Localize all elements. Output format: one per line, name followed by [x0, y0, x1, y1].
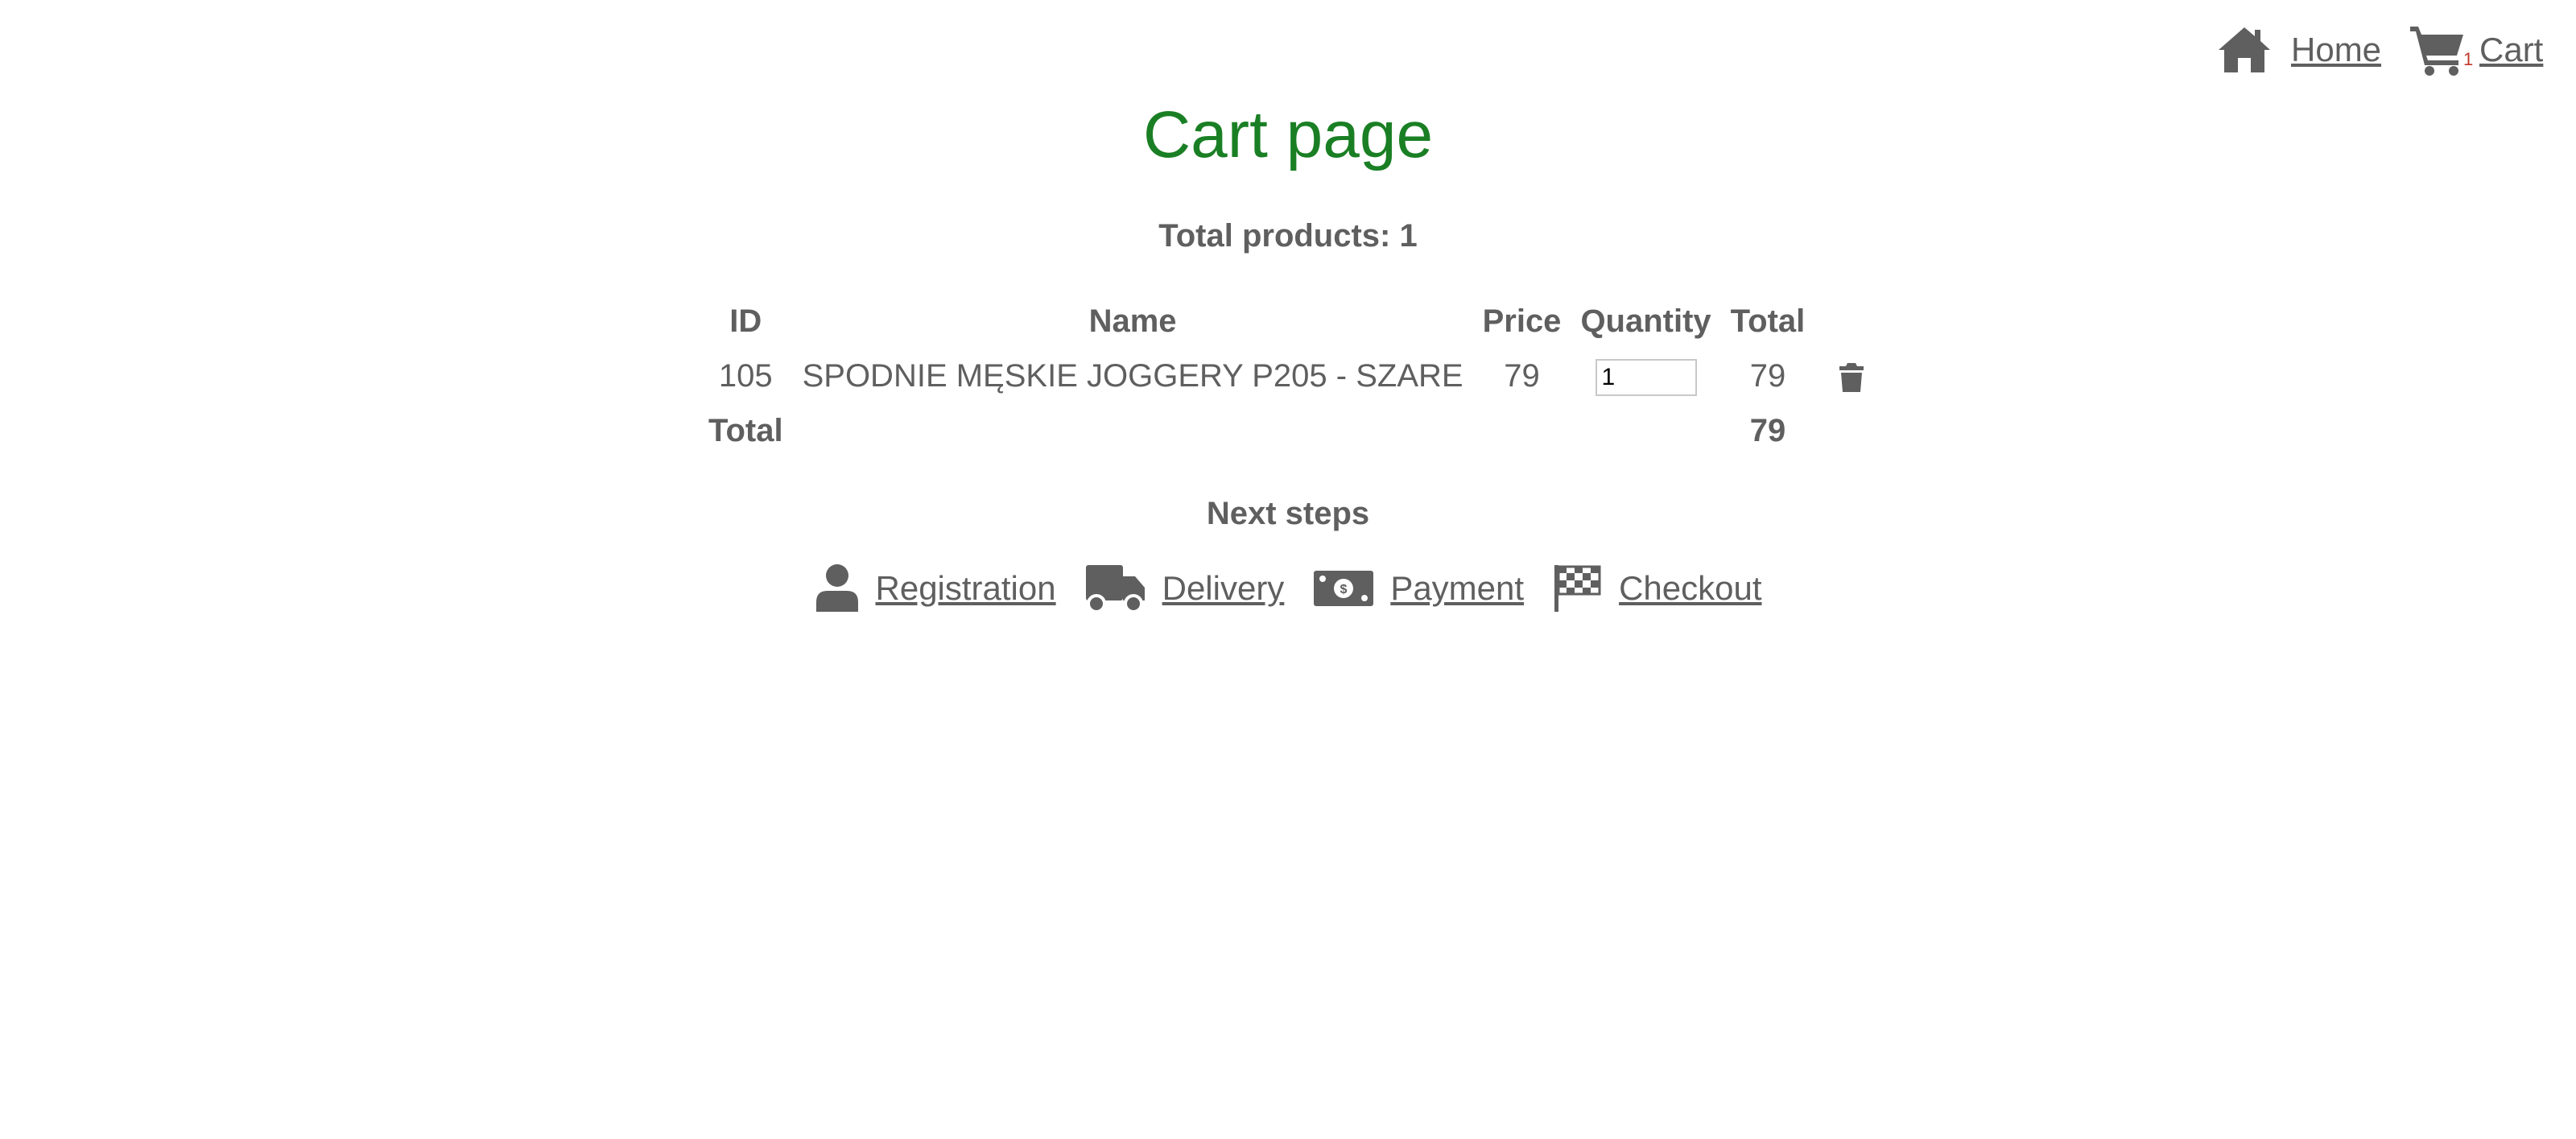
home-link[interactable]: Home	[2291, 31, 2381, 69]
svg-text:$: $	[1340, 583, 1348, 596]
header-total: Total	[1730, 303, 1806, 339]
step-payment[interactable]: $ Payment	[1313, 567, 1524, 609]
step-checkout[interactable]: Checkout	[1553, 563, 1762, 613]
payment-link[interactable]: Payment	[1390, 569, 1524, 608]
grand-total-value: 79	[1749, 412, 1786, 448]
header-actions	[1814, 294, 1874, 349]
step-registration[interactable]: Registration	[815, 563, 1056, 613]
money-bill-icon: $	[1313, 567, 1374, 609]
delivery-link[interactable]: Delivery	[1162, 569, 1285, 608]
quantity-input[interactable]	[1595, 358, 1697, 396]
cell-price: 79	[1504, 357, 1540, 394]
registration-link[interactable]: Registration	[876, 569, 1056, 608]
cell-name: SPODNIE MĘSKIE JOGGERY P205 - SZARE	[802, 357, 1463, 394]
truck-icon	[1085, 563, 1146, 613]
trash-icon[interactable]	[1839, 362, 1864, 393]
checkout-link[interactable]: Checkout	[1619, 569, 1761, 608]
page-title: Cart page	[1142, 98, 1434, 171]
header-name: Name	[1088, 303, 1177, 339]
cart-link[interactable]: Cart	[2479, 31, 2543, 69]
header-id: ID	[729, 303, 762, 339]
cart-count-badge: 1	[2463, 49, 2474, 69]
next-steps-heading: Next steps	[1206, 496, 1370, 531]
cart-table: ID Name Price Quantity Total 105 SPODNIE…	[699, 294, 1874, 458]
nav-home[interactable]: Home	[2217, 18, 2381, 82]
nav-cart[interactable]: 1 Cart	[2409, 18, 2543, 82]
cart-icon[interactable]: 1	[2409, 23, 2473, 76]
table-row: 105 SPODNIE MĘSKIE JOGGERY P205 - SZARE …	[699, 349, 1874, 403]
table-header-row: ID Name Price Quantity Total	[699, 294, 1874, 349]
checkered-flag-icon	[1553, 563, 1603, 613]
cell-quantity	[1571, 349, 1720, 403]
step-delivery[interactable]: Delivery	[1085, 563, 1285, 613]
cell-id: 105	[718, 357, 773, 394]
header-price: Price	[1482, 303, 1562, 339]
home-icon[interactable]	[2217, 26, 2272, 74]
user-icon	[815, 563, 860, 613]
total-products-count: Total products: 1	[1158, 218, 1418, 254]
next-steps-links: Registration Delivery $ Payment Checkout	[0, 563, 2576, 613]
cell-total: 79	[1749, 357, 1786, 394]
header-quantity: Quantity	[1580, 303, 1711, 339]
cell-actions	[1814, 349, 1874, 403]
total-label: Total	[708, 412, 783, 448]
table-total-row: Total 79	[699, 403, 1874, 458]
top-navigation: Home 1 Cart	[0, 0, 2576, 89]
